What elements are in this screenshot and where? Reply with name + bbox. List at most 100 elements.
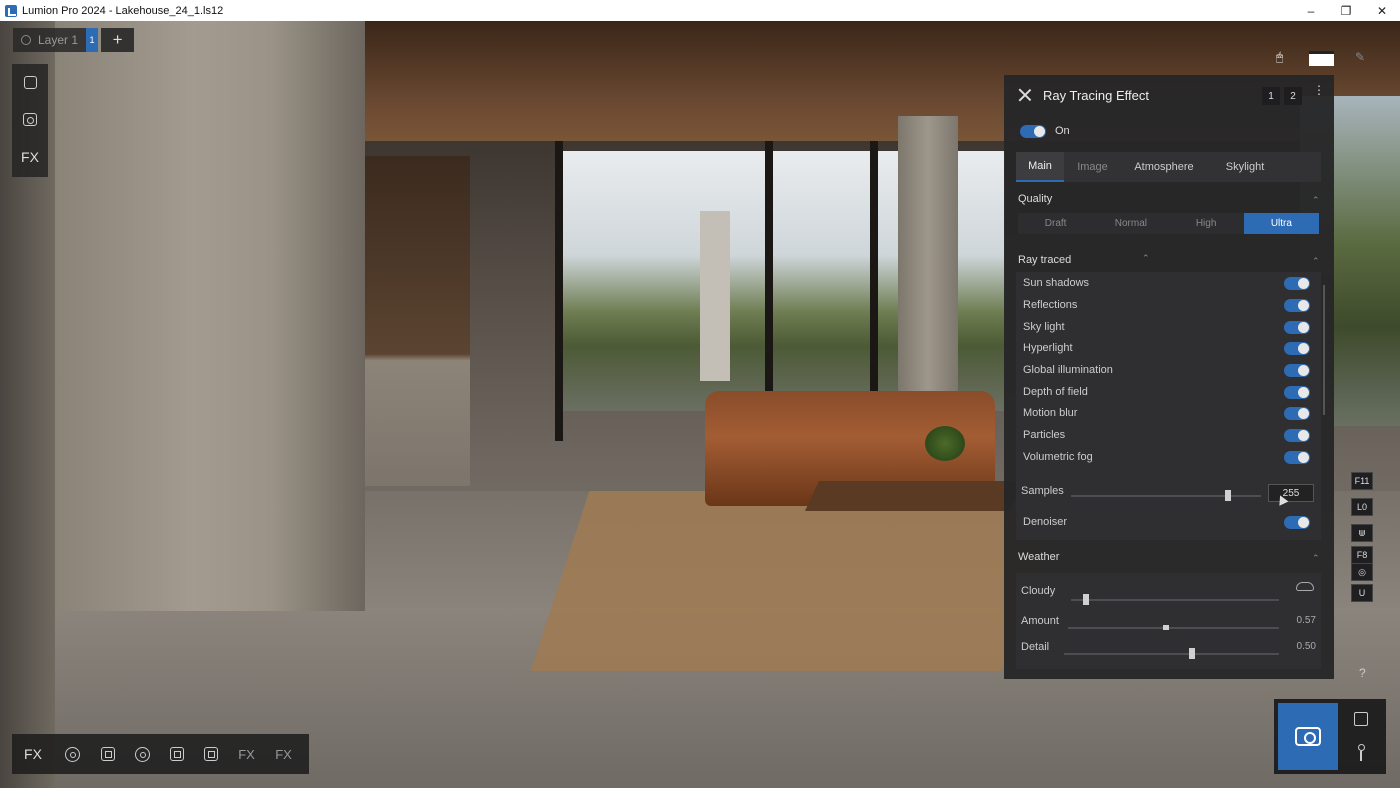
render-photo-button[interactable] [1278, 703, 1338, 770]
layer-bar: Layer 1 1 + [13, 28, 135, 52]
tab-image[interactable]: Image [1064, 152, 1121, 182]
tab-main[interactable]: Main [1016, 152, 1064, 182]
fullscreen-f11-button[interactable]: F11 [1351, 472, 1373, 490]
motion-blur-toggle[interactable] [1284, 407, 1310, 420]
panel-scrollbar[interactable] [1323, 285, 1325, 415]
denoiser-label: Denoiser [1023, 516, 1068, 528]
photo-mode-button[interactable] [12, 101, 48, 138]
tools-icon [169, 747, 184, 761]
global-illumination-toggle[interactable] [1284, 364, 1310, 377]
camera-path-button[interactable] [54, 734, 90, 774]
collapse-quality-icon[interactable]: ⌃ [1312, 195, 1320, 206]
reflections-toggle[interactable] [1284, 299, 1310, 312]
person-icon[interactable] [1356, 744, 1366, 762]
quality-option-normal[interactable]: Normal [1093, 213, 1168, 234]
layer-visibility-icon[interactable] [21, 35, 31, 45]
quality-option-draft[interactable]: Draft [1018, 213, 1093, 234]
camera-path-icon [64, 746, 80, 762]
list-item: Sun shadows [1023, 277, 1090, 289]
cloudy-slider-track[interactable] [1071, 599, 1279, 601]
scene-mullion [555, 141, 563, 441]
more-options-icon[interactable]: ⋮ [1313, 84, 1325, 96]
collapse-ray-traced-icon[interactable]: ⌃ [1312, 256, 1320, 267]
sky-light-toggle[interactable] [1284, 321, 1310, 334]
maximize-button[interactable]: ❐ [1330, 0, 1362, 21]
brush-icon[interactable]: ✎ [1355, 50, 1365, 64]
quality-option-high[interactable]: High [1169, 213, 1244, 234]
fx-button[interactable]: FX [12, 734, 54, 774]
camera-icon [1295, 727, 1321, 746]
close-panel-icon[interactable] [1018, 88, 1032, 102]
quality-icon-button[interactable]: ⋓ [1351, 524, 1373, 542]
cloudy-slider-thumb[interactable] [1083, 594, 1089, 605]
save-view-icon[interactable] [1354, 712, 1368, 726]
export-icon [203, 747, 218, 761]
export-button[interactable] [193, 734, 228, 774]
collapse-weather-icon[interactable]: ⌃ [1312, 553, 1320, 564]
amount-slider-thumb[interactable] [1163, 625, 1169, 630]
quality-selector: Draft Normal High Ultra [1018, 213, 1319, 234]
tools-button[interactable] [160, 734, 193, 774]
panel-tabs: Main Image Atmosphere Skylight [1016, 152, 1321, 182]
list-item: Volumetric fog [1023, 451, 1093, 463]
clip-icon-button[interactable]: ◎ [1351, 563, 1373, 581]
layer-tab[interactable]: Layer 1 [13, 28, 87, 52]
list-item: Particles [1023, 429, 1066, 441]
volumetric-fog-toggle[interactable] [1284, 451, 1310, 464]
weather-section-title[interactable]: Weather [1018, 551, 1059, 563]
fx-preset-a-button[interactable]: FX [228, 734, 265, 774]
particles-toggle[interactable] [1284, 429, 1310, 442]
scene-coffee-table [805, 481, 1024, 511]
detail-label: Detail [1021, 641, 1050, 653]
ray-traced-expand-icon[interactable]: ⌃ [1142, 253, 1150, 264]
amount-slider-track[interactable] [1068, 627, 1279, 629]
l0-button[interactable]: L0 [1351, 498, 1373, 516]
amount-label: Amount [1021, 615, 1059, 627]
minimize-button[interactable]: – [1295, 0, 1327, 21]
f8-button[interactable]: F8 [1351, 546, 1373, 564]
quality-option-ultra[interactable]: Ultra [1243, 213, 1319, 234]
scene-plant [925, 426, 965, 461]
cloudy-label: Cloudy [1021, 585, 1056, 597]
view-mode-icons[interactable]: 🖱 [1276, 50, 1283, 65]
layer-count-badge: 1 [86, 28, 99, 52]
preset-1-button[interactable]: 1 [1262, 87, 1280, 105]
list-item: Hyperlight [1023, 342, 1073, 354]
mouse-icon[interactable]: 🖱 [1276, 50, 1283, 65]
samples-value-input[interactable]: 255 [1268, 484, 1314, 502]
quality-section-title[interactable]: Quality [1018, 193, 1052, 205]
tab-atmosphere[interactable]: Atmosphere [1121, 152, 1207, 182]
sun-icon [135, 746, 150, 762]
photo-icon [100, 747, 115, 761]
depth-of-field-toggle[interactable] [1284, 386, 1310, 399]
ray-traced-section-title[interactable]: Ray traced [1018, 254, 1071, 266]
denoiser-toggle[interactable] [1284, 516, 1310, 529]
sun-shadows-toggle[interactable] [1284, 277, 1310, 290]
samples-slider-track[interactable] [1071, 495, 1261, 497]
tab-skylight[interactable]: Skylight [1207, 152, 1283, 182]
sun-button[interactable] [125, 734, 160, 774]
effect-on-toggle[interactable] [1020, 125, 1046, 138]
build-mode-button[interactable] [12, 64, 48, 101]
fx-mode-button[interactable]: FX [12, 138, 48, 175]
amount-value: 0.57 [1296, 615, 1316, 626]
detail-slider-thumb[interactable] [1189, 648, 1195, 659]
help-icon[interactable]: ? [1359, 666, 1366, 680]
detail-slider-track[interactable] [1064, 653, 1279, 655]
lumion-app-icon [5, 4, 17, 17]
hyperlight-toggle[interactable] [1284, 342, 1310, 355]
add-layer-button[interactable]: + [101, 28, 135, 52]
u-button[interactable]: U [1351, 584, 1373, 602]
aspect-ratio-icon[interactable] [1309, 51, 1334, 66]
layer-label: Layer 1 [38, 33, 79, 47]
scene-concrete-wall [55, 21, 365, 611]
samples-slider-thumb[interactable] [1225, 490, 1231, 501]
scene-rug [530, 491, 1060, 671]
list-item: Global illumination [1023, 364, 1113, 376]
panel-header: Ray Tracing Effect 1 2 ⋮ [1004, 75, 1334, 117]
close-window-button[interactable]: ✕ [1366, 0, 1398, 21]
photo-button[interactable] [90, 734, 125, 774]
preset-2-button[interactable]: 2 [1284, 87, 1302, 105]
samples-label: Samples [1021, 485, 1064, 497]
fx-preset-b-button[interactable]: FX [265, 734, 302, 774]
